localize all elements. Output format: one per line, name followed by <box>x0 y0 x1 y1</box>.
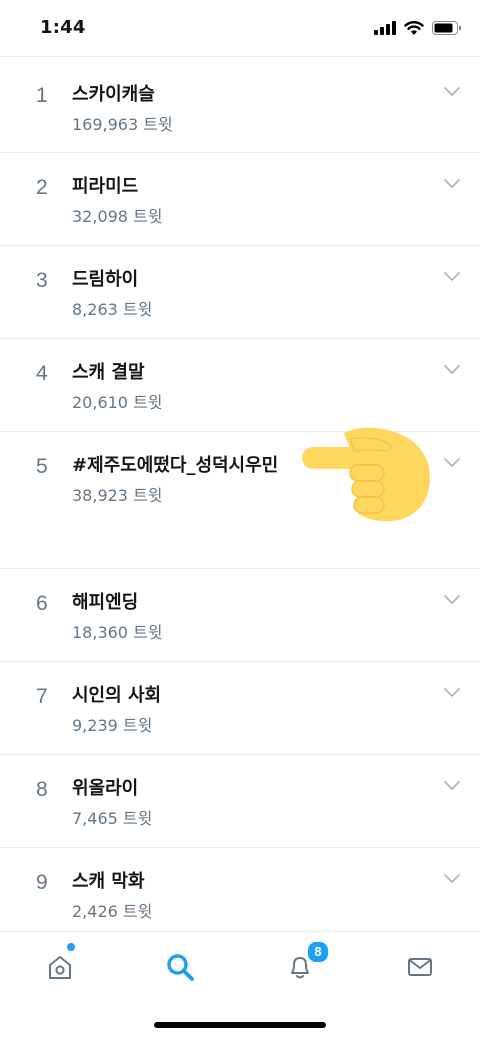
trend-tweet-count: 38,923 트윗 <box>72 486 163 505</box>
trend-tweet-count: 7,465 트윗 <box>72 809 153 828</box>
trend-rank: 5 <box>36 455 48 478</box>
trend-rank: 2 <box>36 176 48 199</box>
trend-row[interactable]: 3 드림하이 8,263 트윗 <box>0 246 480 339</box>
trend-rank: 6 <box>36 592 48 615</box>
trend-name: 스캐 결말 <box>72 362 145 383</box>
trend-tweet-count: 32,098 트윗 <box>72 207 163 226</box>
tab-search[interactable] <box>160 947 200 987</box>
status-bar: 1:44 <box>0 0 480 56</box>
status-time: 1:44 <box>40 17 86 38</box>
chevron-down-icon[interactable] <box>444 595 460 605</box>
trend-tweet-count: 2,426 트윗 <box>72 902 153 921</box>
trend-rank: 1 <box>36 84 48 107</box>
chevron-down-icon[interactable] <box>444 179 460 189</box>
trend-name: 드림하이 <box>72 269 139 290</box>
trend-rank: 8 <box>36 778 48 801</box>
tab-messages[interactable] <box>400 947 440 987</box>
mail-icon <box>408 958 432 976</box>
trend-tweet-count: 20,610 트윗 <box>72 393 163 412</box>
trend-row[interactable]: 8 위올라이 7,465 트윗 <box>0 755 480 848</box>
tab-home[interactable] <box>40 947 80 987</box>
trend-name: 피라미드 <box>72 176 139 197</box>
trend-rank: 9 <box>36 871 48 894</box>
chevron-down-icon[interactable] <box>444 874 460 884</box>
wifi-icon <box>404 21 424 35</box>
trend-tweet-count: 9,239 트윗 <box>72 716 153 735</box>
trend-row[interactable]: 6 해피엔딩 18,360 트윗 <box>0 569 480 662</box>
trend-rank: 4 <box>36 362 48 385</box>
pointing-hand-icon <box>302 427 430 522</box>
trend-name: 스카이캐슬 <box>72 84 155 105</box>
chevron-down-icon[interactable] <box>444 688 460 698</box>
notifications-badge: 8 <box>306 940 330 964</box>
status-icons <box>374 20 462 35</box>
trend-tweet-count: 18,360 트윗 <box>72 623 163 642</box>
trend-row[interactable]: 4 스캐 결말 20,610 트윗 <box>0 339 480 432</box>
trend-name: 시인의 사회 <box>72 685 162 706</box>
trend-tweet-count: 8,263 트윗 <box>72 300 153 319</box>
trend-rank: 3 <box>36 269 48 292</box>
chevron-down-icon[interactable] <box>444 87 460 97</box>
chevron-down-icon[interactable] <box>444 365 460 375</box>
trend-rank: 7 <box>36 685 48 708</box>
trend-row[interactable]: 7 시인의 사회 9,239 트윗 <box>0 662 480 755</box>
trend-tweet-count: 169,963 트윗 <box>72 115 173 134</box>
chevron-down-icon[interactable] <box>444 272 460 282</box>
battery-icon <box>432 20 461 35</box>
trend-name: #제주도에떴다_성덕시우민 <box>72 455 279 476</box>
trend-row[interactable]: 2 피라미드 32,098 트윗 <box>0 153 480 246</box>
trend-name: 스캐 막화 <box>72 871 145 892</box>
trend-row[interactable]: 9 스캐 막화 2,426 트윗 <box>0 848 480 938</box>
trend-row[interactable]: 1 스카이캐슬 169,963 트윗 <box>0 57 480 153</box>
cellular-signal-icon <box>374 20 396 35</box>
chevron-down-icon[interactable] <box>444 781 460 791</box>
home-new-dot <box>66 942 76 952</box>
trend-name: 위올라이 <box>72 778 139 799</box>
home-indicator[interactable] <box>154 1022 326 1028</box>
home-icon <box>49 956 71 979</box>
search-icon <box>167 954 194 981</box>
chevron-down-icon[interactable] <box>444 458 460 468</box>
trend-name: 해피엔딩 <box>72 592 139 613</box>
